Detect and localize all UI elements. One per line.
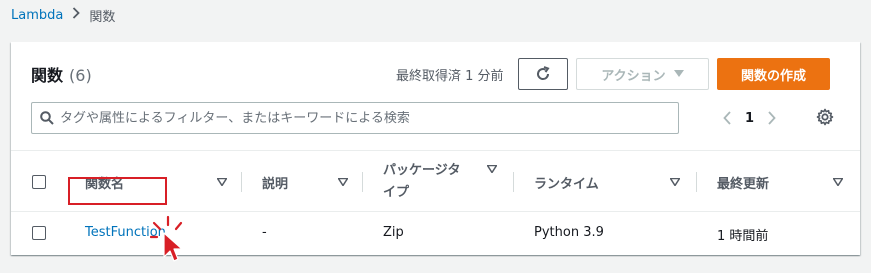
breadcrumb-lambda-link[interactable]: Lambda [11,8,63,23]
column-header-description[interactable]: 説明 [262,173,288,192]
create-function-button[interactable]: 関数の作成 [717,58,830,90]
description-cell: - [262,225,267,240]
sort-icon[interactable] [833,178,843,186]
column-header-last-modified[interactable]: 最終更新 [717,173,769,192]
package-type-cell: Zip [383,225,404,240]
function-count: (6) [69,66,92,85]
refresh-icon [537,66,550,80]
row-checkbox[interactable] [32,226,46,240]
chevron-right-icon [72,7,81,23]
functions-panel: 関数 (6) 最終取得済 1 分前 アクション 関数の作成 1 [11,42,860,255]
column-header-name[interactable]: 関数名 [85,173,124,192]
column-divider [513,172,514,192]
breadcrumb-current: 関数 [89,9,116,25]
caret-down-icon [673,70,684,77]
gear-icon[interactable] [816,108,834,130]
runtime-cell: Python 3.9 [534,225,604,240]
column-divider [241,172,242,192]
last-fetched-text: 最終取得済 1 分前 [396,69,504,84]
column-header-runtime[interactable]: ランタイム [534,173,599,192]
sort-icon[interactable] [487,165,497,173]
search-icon [40,111,54,125]
actions-dropdown-button[interactable]: アクション [576,58,709,90]
sort-icon[interactable] [670,178,680,186]
chevron-left-icon[interactable] [723,111,731,125]
functions-table: 関数名 説明 パッケージタイプ ランタイム 最終更新 TestFunction … [11,150,860,254]
breadcrumb: Lambda 関数 [11,5,115,25]
chevron-right-icon[interactable] [768,111,776,125]
column-header-package-type[interactable]: パッケージタイプ [383,160,473,204]
click-cursor-icon [150,215,183,262]
page-title: 関数 (6) [31,62,92,86]
table-row: TestFunction - Zip Python 3.9 1 時間前 [11,212,860,254]
sort-icon[interactable] [217,178,227,186]
actions-label: アクション [601,68,666,84]
table-header: 関数名 説明 パッケージタイプ ランタイム 最終更新 [11,150,860,212]
search-bar [31,102,679,134]
last-modified-cell: 1 時間前 [717,229,769,244]
select-all-checkbox[interactable] [32,175,46,189]
current-page[interactable]: 1 [745,111,754,126]
pagination: 1 [723,104,776,132]
panel-title: 関数 [31,66,64,85]
column-divider [362,172,363,192]
search-input[interactable] [60,110,640,126]
refresh-button[interactable] [518,58,568,90]
column-divider [696,172,697,192]
sort-icon[interactable] [338,178,348,186]
